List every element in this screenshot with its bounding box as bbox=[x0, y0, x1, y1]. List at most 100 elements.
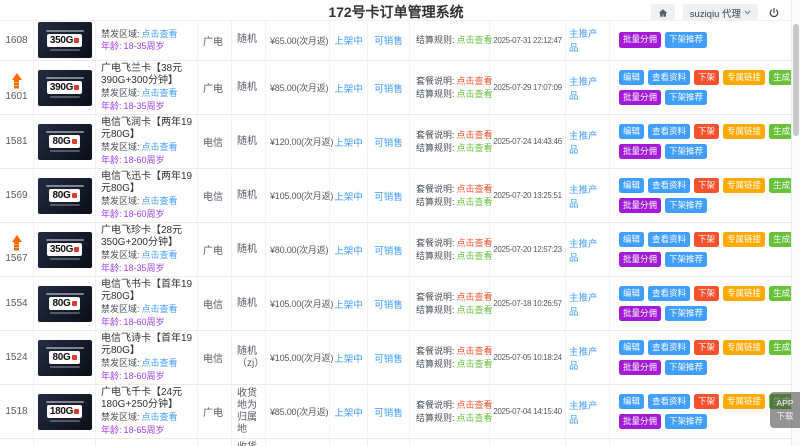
forbidden-area-link[interactable]: 点击查看 bbox=[142, 303, 178, 316]
settle-rule-link[interactable]: 点击查看 bbox=[457, 196, 493, 209]
status-link[interactable]: 上架中 bbox=[334, 351, 363, 365]
sale-status-link[interactable]: 可销售 bbox=[374, 135, 403, 149]
view-info-button[interactable]: 查看资料 bbox=[648, 70, 690, 85]
generate-poster-button[interactable]: 生成海报 bbox=[769, 232, 792, 247]
product-type-link[interactable]: 主推产品 bbox=[569, 236, 606, 264]
sale-status-link[interactable]: 可销售 bbox=[374, 33, 403, 47]
status-link[interactable]: 上架中 bbox=[334, 81, 363, 95]
edit-button[interactable]: 编辑 bbox=[619, 124, 644, 139]
edit-button[interactable]: 编辑 bbox=[619, 340, 644, 355]
sale-status-link[interactable]: 可销售 bbox=[374, 243, 403, 257]
edit-button[interactable]: 编辑 bbox=[619, 70, 644, 85]
status-link[interactable]: 上架中 bbox=[334, 297, 363, 311]
plan-desc-link[interactable]: 点击查看 bbox=[457, 129, 493, 142]
take-down-button[interactable]: 下架 bbox=[694, 124, 719, 139]
plan-desc-link[interactable]: 点击查看 bbox=[457, 345, 493, 358]
product-card-image[interactable]: 80G bbox=[38, 124, 92, 160]
status-link[interactable]: 上架中 bbox=[334, 33, 363, 47]
batch-commission-button[interactable]: 批量分佣 bbox=[619, 414, 661, 429]
take-down-button[interactable]: 下架 bbox=[694, 286, 719, 301]
plan-desc-link[interactable]: 点击查看 bbox=[457, 183, 493, 196]
take-down-button[interactable]: 下架 bbox=[694, 70, 719, 85]
status-link[interactable]: 上架中 bbox=[334, 189, 363, 203]
sale-status-link[interactable]: 可销售 bbox=[374, 297, 403, 311]
plan-desc-link[interactable]: 点击查看 bbox=[457, 291, 493, 304]
exclusive-link-button[interactable]: 专属链接 bbox=[723, 232, 765, 247]
app-download-widget[interactable]: APP 下载 bbox=[770, 392, 800, 428]
take-down-button[interactable]: 下架 bbox=[694, 394, 719, 409]
settle-rule-link[interactable]: 点击查看 bbox=[457, 142, 493, 155]
edit-button[interactable]: 编辑 bbox=[619, 232, 644, 247]
exclusive-link-button[interactable]: 专属链接 bbox=[723, 124, 765, 139]
batch-commission-button[interactable]: 批量分佣 bbox=[619, 144, 661, 159]
product-type-link[interactable]: 主推产品 bbox=[569, 182, 606, 210]
batch-commission-button[interactable]: 批量分佣 bbox=[619, 360, 661, 375]
settle-rule-link[interactable]: 点击查看 bbox=[457, 34, 493, 47]
demote-recommend-button[interactable]: 下架推荐 bbox=[665, 252, 707, 267]
forbidden-area-link[interactable]: 点击查看 bbox=[142, 87, 178, 100]
sale-status-link[interactable]: 可销售 bbox=[374, 81, 403, 95]
status-link[interactable]: 上架中 bbox=[334, 405, 363, 419]
settle-rule-link[interactable]: 点击查看 bbox=[457, 412, 493, 425]
edit-button[interactable]: 编辑 bbox=[619, 394, 644, 409]
generate-poster-button[interactable]: 生成海报 bbox=[769, 124, 792, 139]
demote-recommend-button[interactable]: 下架推荐 bbox=[665, 360, 707, 375]
page-scrollbar[interactable] bbox=[791, 0, 800, 446]
batch-commission-button[interactable]: 批量分佣 bbox=[619, 198, 661, 213]
generate-poster-button[interactable]: 生成海报 bbox=[769, 286, 792, 301]
generate-poster-button[interactable]: 生成海报 bbox=[769, 178, 792, 193]
product-type-link[interactable]: 主推产品 bbox=[569, 128, 606, 156]
product-card-image[interactable]: 350G bbox=[38, 232, 92, 268]
exclusive-link-button[interactable]: 专属链接 bbox=[723, 70, 765, 85]
demote-recommend-button[interactable]: 下架推荐 bbox=[665, 144, 707, 159]
exclusive-link-button[interactable]: 专属链接 bbox=[723, 178, 765, 193]
user-menu-button[interactable]: suziqiu 代理 bbox=[683, 4, 758, 21]
demote-recommend-button[interactable]: 下架推荐 bbox=[665, 90, 707, 105]
status-link[interactable]: 上架中 bbox=[334, 243, 363, 257]
settle-rule-link[interactable]: 点击查看 bbox=[457, 88, 493, 101]
plan-desc-link[interactable]: 点击查看 bbox=[457, 237, 493, 250]
edit-button[interactable]: 编辑 bbox=[619, 286, 644, 301]
product-card-image[interactable]: 80G bbox=[38, 286, 92, 322]
take-down-button[interactable]: 下架 bbox=[694, 232, 719, 247]
product-card-image[interactable]: 180G bbox=[38, 394, 92, 430]
status-link[interactable]: 上架中 bbox=[334, 135, 363, 149]
product-type-link[interactable]: 主推产品 bbox=[569, 344, 606, 372]
forbidden-area-link[interactable]: 点击查看 bbox=[142, 357, 178, 370]
view-info-button[interactable]: 查看资料 bbox=[648, 232, 690, 247]
product-type-link[interactable]: 主推产品 bbox=[569, 290, 606, 318]
sale-status-link[interactable]: 可销售 bbox=[374, 351, 403, 365]
product-card-image[interactable]: 350G bbox=[38, 22, 92, 58]
view-info-button[interactable]: 查看资料 bbox=[648, 340, 690, 355]
take-down-button[interactable]: 下架 bbox=[694, 340, 719, 355]
product-type-link[interactable]: 主推产品 bbox=[569, 398, 606, 426]
sale-status-link[interactable]: 可销售 bbox=[374, 189, 403, 203]
home-button[interactable] bbox=[651, 4, 675, 21]
demote-recommend-button[interactable]: 下架推荐 bbox=[665, 32, 707, 47]
settle-rule-link[interactable]: 点击查看 bbox=[457, 250, 493, 263]
settle-rule-link[interactable]: 点击查看 bbox=[457, 304, 493, 317]
batch-commission-button[interactable]: 批量分佣 bbox=[619, 306, 661, 321]
forbidden-area-link[interactable]: 点击查看 bbox=[142, 28, 178, 41]
product-card-image[interactable]: 80G bbox=[38, 340, 92, 376]
batch-commission-button[interactable]: 批量分佣 bbox=[619, 252, 661, 267]
exclusive-link-button[interactable]: 专属链接 bbox=[723, 394, 765, 409]
exclusive-link-button[interactable]: 专属链接 bbox=[723, 286, 765, 301]
settle-rule-link[interactable]: 点击查看 bbox=[457, 358, 493, 371]
edit-button[interactable]: 编辑 bbox=[619, 178, 644, 193]
product-type-link[interactable]: 主推产品 bbox=[569, 74, 606, 102]
logout-power-button[interactable] bbox=[766, 4, 782, 21]
take-down-button[interactable]: 下架 bbox=[694, 178, 719, 193]
view-info-button[interactable]: 查看资料 bbox=[648, 394, 690, 409]
forbidden-area-link[interactable]: 点击查看 bbox=[142, 195, 178, 208]
demote-recommend-button[interactable]: 下架推荐 bbox=[665, 414, 707, 429]
plan-desc-link[interactable]: 点击查看 bbox=[457, 75, 493, 88]
sale-status-link[interactable]: 可销售 bbox=[374, 405, 403, 419]
view-info-button[interactable]: 查看资料 bbox=[648, 178, 690, 193]
view-info-button[interactable]: 查看资料 bbox=[648, 124, 690, 139]
demote-recommend-button[interactable]: 下架推荐 bbox=[665, 198, 707, 213]
view-info-button[interactable]: 查看资料 bbox=[648, 286, 690, 301]
product-type-link[interactable]: 主推产品 bbox=[569, 26, 606, 54]
product-card-image[interactable]: 80G bbox=[38, 178, 92, 214]
demote-recommend-button[interactable]: 下架推荐 bbox=[665, 306, 707, 321]
